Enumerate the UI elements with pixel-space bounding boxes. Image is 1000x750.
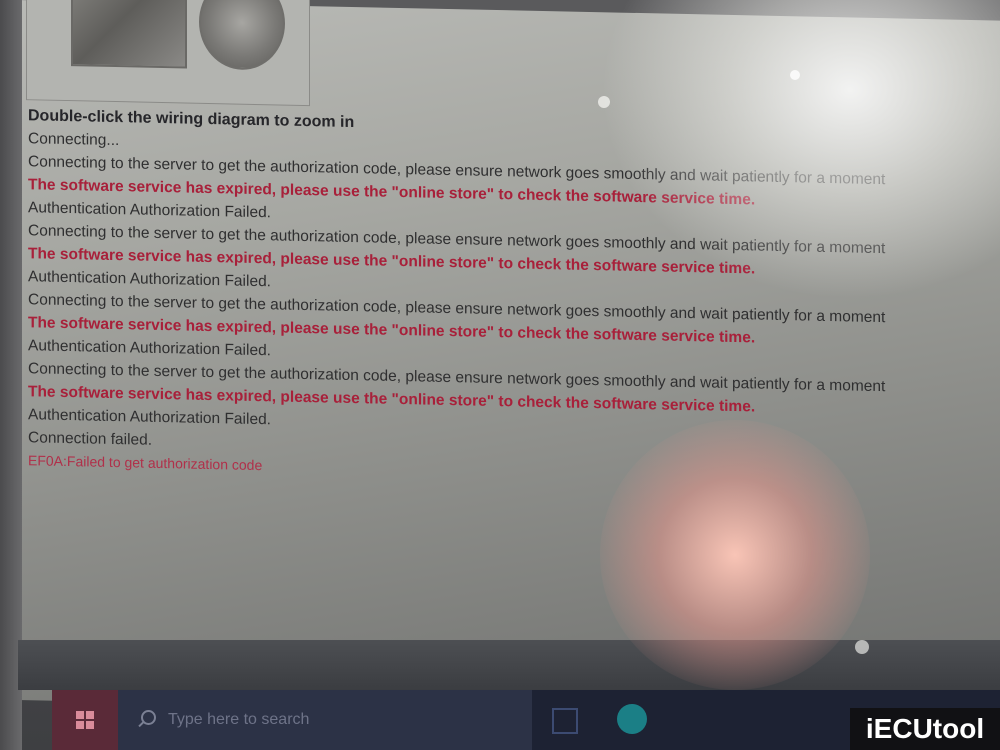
dust-spot: [790, 70, 800, 80]
task-view-icon[interactable]: [552, 708, 578, 734]
dust-spot: [855, 640, 869, 654]
watermark-logo: iECUtool: [850, 708, 1000, 750]
screen-bezel: [0, 0, 22, 750]
dust-spot: [598, 96, 610, 108]
edge-icon[interactable]: [617, 704, 647, 734]
start-button[interactable]: [52, 690, 118, 750]
wiring-diagram-thumbnail-round[interactable]: [199, 0, 285, 71]
photo-of-laptop-screen: Double-click the wiring diagram to zoom …: [0, 0, 1000, 750]
window-bottom-area: [18, 640, 1000, 690]
windows-logo-icon: [76, 711, 94, 729]
taskbar-search-box[interactable]: Type here to search: [118, 690, 532, 750]
watermark-brand-text: iECUtool: [865, 713, 985, 744]
message-log: Double-click the wiring diagram to zoom …: [28, 104, 1000, 493]
search-placeholder: Type here to search: [168, 711, 310, 728]
app-window: Double-click the wiring diagram to zoom …: [18, 0, 1000, 721]
wiring-diagram-thumbnail-connector[interactable]: [71, 0, 187, 69]
wiring-diagram-panel[interactable]: [26, 0, 310, 107]
search-icon: [136, 710, 156, 730]
